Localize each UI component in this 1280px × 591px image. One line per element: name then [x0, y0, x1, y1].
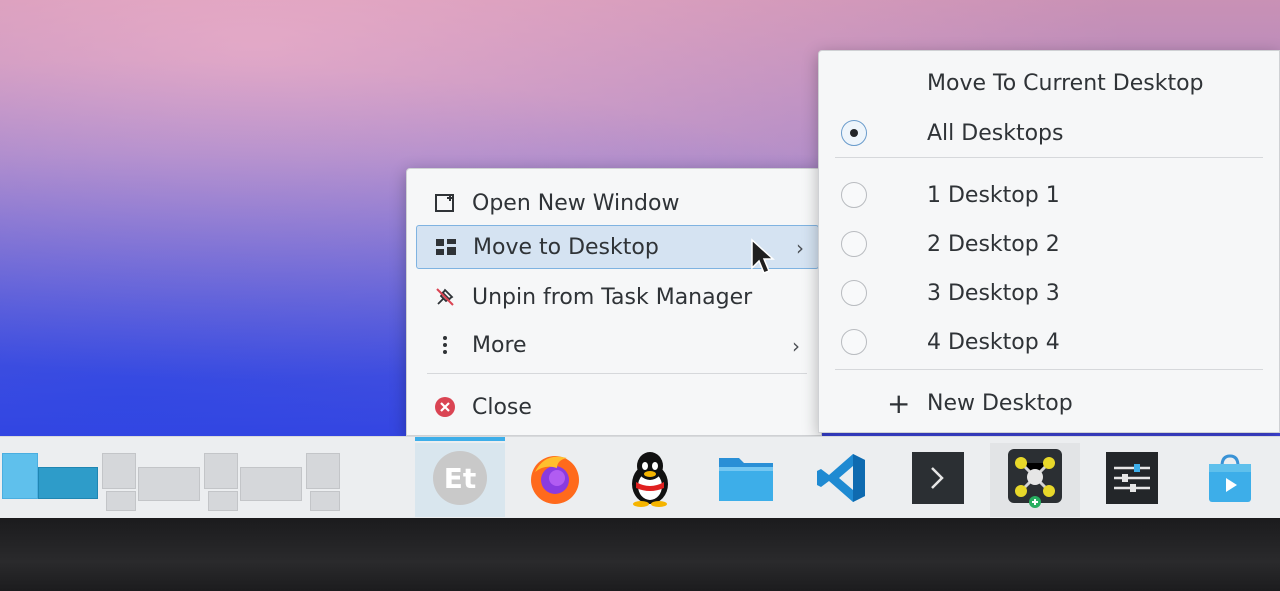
pager-desktop-4[interactable] — [306, 453, 340, 489]
task-molecule-app[interactable] — [990, 443, 1080, 517]
radio-icon[interactable] — [841, 280, 867, 306]
firefox-icon — [527, 450, 583, 510]
plus-icon: + — [887, 386, 911, 420]
file-manager-icon — [717, 452, 775, 508]
taskbar: Et — [0, 436, 1280, 519]
desktops-icon — [431, 236, 461, 258]
desktop-item[interactable]: 1 Desktop 1 — [835, 173, 1263, 217]
radio-icon[interactable] — [841, 182, 867, 208]
eudic-icon: Et — [430, 448, 490, 512]
move-to-desktop-label: Move to Desktop — [473, 234, 659, 260]
svg-text:Et: Et — [444, 462, 477, 495]
pager-window-thumbnail — [38, 467, 98, 499]
task-context-menu: Open New Window Move to Desktop › Unpin … — [406, 168, 822, 436]
terminal-icon — [912, 452, 964, 508]
menu-separator — [427, 373, 807, 374]
desktop-label: 4 Desktop 4 — [927, 329, 1060, 355]
more-label: More — [472, 332, 527, 358]
vscode-icon — [815, 451, 869, 509]
settings-sliders-icon — [1106, 452, 1158, 508]
pager-desktop-1[interactable] — [2, 453, 38, 499]
close-item[interactable]: Close — [415, 385, 815, 429]
task-terminal[interactable] — [893, 443, 983, 517]
task-settings[interactable] — [1087, 443, 1177, 517]
new-desktop-item[interactable]: + New Desktop — [835, 381, 1263, 425]
task-eudic[interactable]: Et — [415, 437, 505, 517]
desktop-item[interactable]: 3 Desktop 3 — [835, 271, 1263, 315]
close-label: Close — [472, 394, 532, 420]
open-new-window-label: Open New Window — [472, 190, 680, 216]
all-desktops-label: All Desktops — [927, 120, 1064, 146]
new-desktop-label: New Desktop — [927, 390, 1073, 416]
chevron-right-icon: › — [796, 236, 804, 260]
task-file-manager[interactable] — [701, 443, 791, 517]
more-vertical-icon — [430, 334, 460, 356]
submenu-separator — [835, 157, 1263, 158]
pager-window-thumbnail — [240, 467, 302, 501]
chevron-right-icon: › — [792, 334, 800, 358]
pager-window-thumbnail — [208, 491, 238, 511]
radio-selected-icon[interactable] — [841, 120, 867, 146]
close-circle-icon — [430, 395, 460, 419]
move-to-desktop-submenu: Move To Current Desktop All Desktops 1 D… — [818, 50, 1280, 433]
task-app-store[interactable] — [1185, 443, 1275, 517]
pager-window-thumbnail — [138, 467, 200, 501]
unpin-icon — [430, 285, 460, 309]
task-vscode[interactable] — [797, 443, 887, 517]
move-to-current-desktop-item[interactable]: Move To Current Desktop — [835, 61, 1263, 105]
pager-window-thumbnail — [106, 491, 136, 511]
desktop-label: 3 Desktop 3 — [927, 280, 1060, 306]
qq-icon — [624, 448, 676, 512]
desktop-label: 2 Desktop 2 — [927, 231, 1060, 257]
molecule-app-icon — [1006, 447, 1064, 513]
open-new-window-item[interactable]: Open New Window — [415, 181, 815, 225]
move-to-current-desktop-label: Move To Current Desktop — [927, 70, 1204, 96]
unpin-label: Unpin from Task Manager — [472, 284, 753, 310]
pager-desktop-3[interactable] — [204, 453, 238, 489]
app-store-icon — [1206, 452, 1254, 508]
submenu-separator — [835, 369, 1263, 370]
desktop-item[interactable]: 2 Desktop 2 — [835, 222, 1263, 266]
unpin-item[interactable]: Unpin from Task Manager — [415, 275, 815, 319]
radio-icon[interactable] — [841, 329, 867, 355]
radio-icon[interactable] — [841, 231, 867, 257]
task-qq[interactable] — [605, 443, 695, 517]
pager-desktop-2[interactable] — [102, 453, 136, 489]
task-firefox[interactable] — [510, 443, 600, 517]
more-item[interactable]: More › — [415, 323, 815, 367]
monitor-bezel — [0, 518, 1280, 591]
all-desktops-item[interactable]: All Desktops — [835, 111, 1263, 155]
new-window-icon — [430, 191, 460, 215]
desktop-label: 1 Desktop 1 — [927, 182, 1060, 208]
desktop-pager[interactable] — [0, 447, 345, 513]
desktop-item[interactable]: 4 Desktop 4 — [835, 320, 1263, 364]
pager-window-thumbnail — [310, 491, 340, 511]
mouse-cursor-icon — [750, 238, 776, 280]
